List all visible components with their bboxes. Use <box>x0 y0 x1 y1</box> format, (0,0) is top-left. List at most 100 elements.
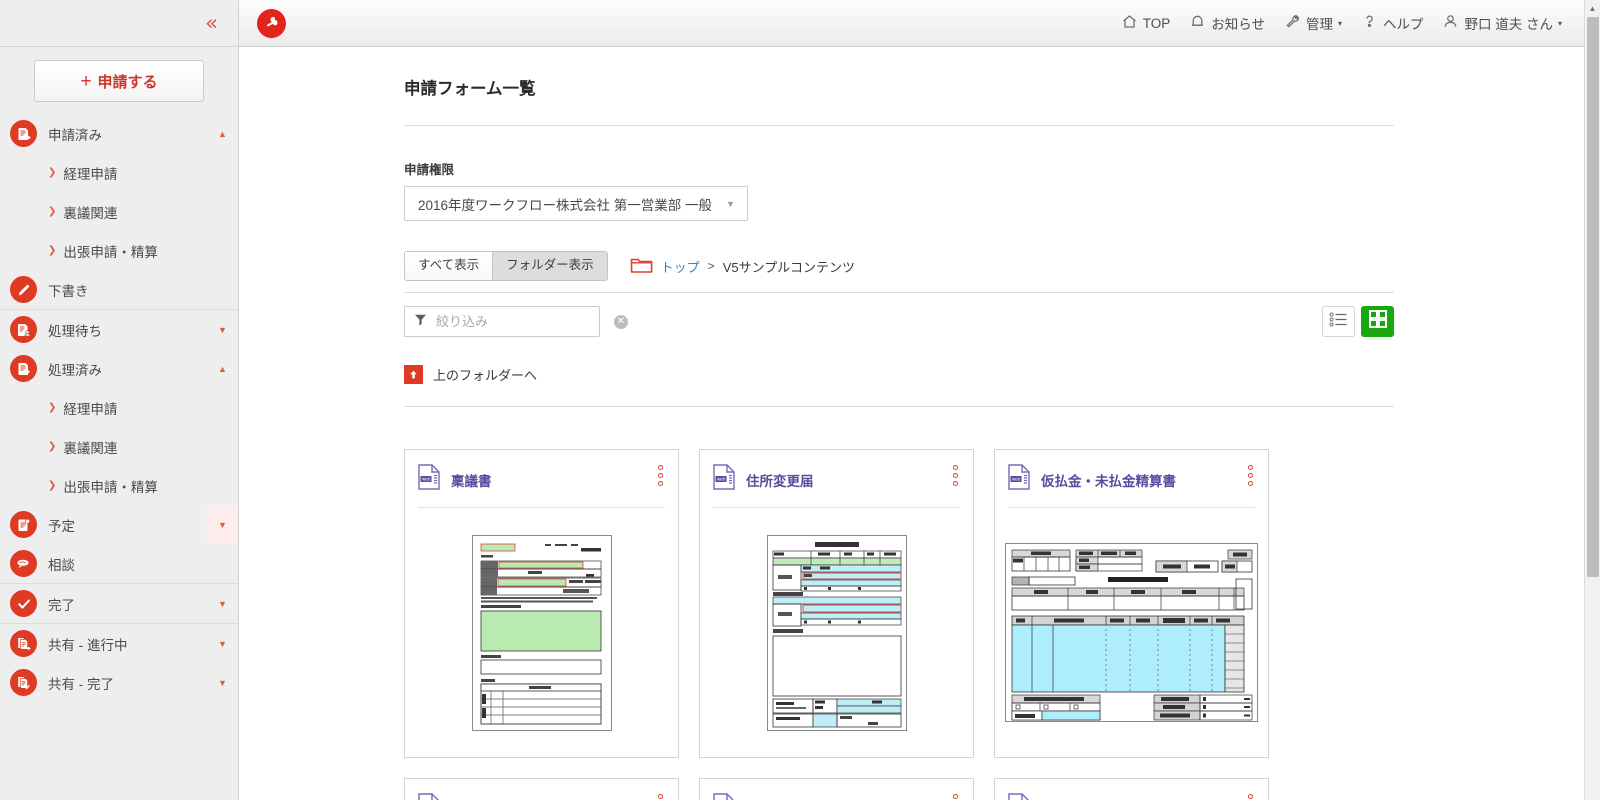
kebab-menu-icon[interactable] <box>1248 794 1253 800</box>
card-header: web 稟議書 <box>418 464 665 507</box>
sidebar-item-label: 完了 <box>48 597 75 613</box>
card-title[interactable]: 稟議書 <box>451 470 492 490</box>
sidebar-item-draft[interactable]: 下書き <box>0 270 238 309</box>
sidebar-subitem-ringi-applied[interactable]: ❯ 裏議関連 <box>0 192 238 231</box>
filter-input-wrapper[interactable]: ✕ <box>404 306 628 337</box>
sidebar-subitem-ringi-processed[interactable]: ❯ 裏議関連 <box>0 427 238 466</box>
sidebar-item-applied[interactable]: 申請済み ▲ <box>0 114 238 153</box>
home-icon <box>1121 13 1138 33</box>
topnav-item-notifications[interactable]: お知らせ <box>1189 13 1265 33</box>
vertical-scrollbar[interactable]: ▲ <box>1584 0 1600 800</box>
question-icon <box>1361 13 1378 33</box>
search-input[interactable] <box>434 313 614 330</box>
sidebar-item-label: 申請済み <box>48 127 102 143</box>
card-header: web 仮払金・未払金精算書 <box>1008 464 1255 507</box>
topnav-item-user[interactable]: 野口 道夫 さん ▾ <box>1442 13 1562 33</box>
view-toggles <box>1322 306 1394 337</box>
tabs-row: すべて表示 フォルダー表示 トップ > V5サンプルコンテンツ <box>404 251 1394 281</box>
sidebar: « + 申請する 申請済み ▲ ❯ 経理申請 ❯ 裏議関連 ❯ 出張申請・精算 … <box>0 0 239 800</box>
sidebar-group-4: 共有 - 進行中 ▼ 共有 - 完了 ▼ <box>0 623 238 702</box>
svg-text:web: web <box>422 477 431 482</box>
card-thumbnail-area <box>713 507 960 757</box>
chevron-down-icon[interactable]: ▼ <box>207 584 238 623</box>
form-card[interactable] <box>994 778 1269 800</box>
chevron-down-icon: ▾ <box>1557 18 1562 28</box>
breadcrumb: トップ > V5サンプルコンテンツ <box>630 255 855 277</box>
sidebar-item-consult[interactable]: 相談 <box>0 544 238 583</box>
card-title[interactable]: 住所変更届 <box>746 470 814 490</box>
up-folder-label[interactable]: 上のフォルダーへ <box>433 365 537 384</box>
permission-select-value: 2016年度ワークフロー株式会社 第一営業部 一般 <box>418 197 713 213</box>
tab-show-all[interactable]: すべて表示 <box>405 252 493 280</box>
scrollbar-thumb[interactable] <box>1587 17 1599 577</box>
list-view-toggle[interactable] <box>1322 306 1355 337</box>
scroll-up-arrow-icon[interactable]: ▲ <box>1585 0 1600 16</box>
top-navigation: TOP お知らせ 管理 ▾ ヘルプ 野口 道夫 さん ▾ <box>1121 13 1584 33</box>
tab-folder-view[interactable]: フォルダー表示 <box>492 252 607 280</box>
stamp-logo-icon[interactable] <box>257 8 286 38</box>
kebab-menu-icon[interactable] <box>658 794 663 800</box>
kebab-menu-icon[interactable] <box>953 465 958 486</box>
chevron-up-icon[interactable]: ▲ <box>207 114 238 153</box>
chevron-down-icon[interactable]: ▼ <box>207 505 238 544</box>
grid-view-toggle[interactable] <box>1361 306 1394 337</box>
funnel-icon <box>414 313 427 331</box>
form-card[interactable]: web 住所変更届 <box>699 449 974 758</box>
form-card[interactable] <box>699 778 974 800</box>
svg-text:web: web <box>717 477 726 482</box>
sidebar-item-label: 共有 - 進行中 <box>48 637 128 653</box>
card-title[interactable]: 仮払金・未払金精算書 <box>1041 470 1176 490</box>
sidebar-subitem-accounting-applied[interactable]: ❯ 経理申請 <box>0 153 238 192</box>
sidebar-group-1: 申請済み ▲ ❯ 経理申請 ❯ 裏議関連 ❯ 出張申請・精算 下書き <box>0 114 238 309</box>
sidebar-subitem-travel-processed[interactable]: ❯ 出張申請・精算 <box>0 466 238 505</box>
sidebar-item-shared-inprogress[interactable]: 共有 - 進行中 ▼ <box>0 624 238 663</box>
sidebar-item-label: 共有 - 完了 <box>48 676 114 692</box>
form-thumbnail <box>471 534 612 731</box>
sidebar-item-processed[interactable]: 処理済み ▲ <box>0 349 238 388</box>
sidebar-item-pending[interactable]: 処理待ち ▼ <box>0 310 238 349</box>
permission-select[interactable]: 2016年度ワークフロー株式会社 第一営業部 一般 ▼ <box>404 186 748 221</box>
topnav-item-admin[interactable]: 管理 ▾ <box>1284 13 1342 33</box>
apply-button-label: 申請する <box>97 73 158 91</box>
sidebar-subitem-travel-applied[interactable]: ❯ 出張申請・精算 <box>0 231 238 270</box>
web-document-icon <box>418 793 440 800</box>
form-thumbnail <box>1005 543 1258 722</box>
content-area: 申請フォーム一覧 申請権限 2016年度ワークフロー株式会社 第一営業部 一般 … <box>239 47 1600 800</box>
card-header <box>418 793 665 800</box>
top-bar: TOP お知らせ 管理 ▾ ヘルプ 野口 道夫 さん ▾ <box>239 0 1600 47</box>
chevron-down-icon[interactable]: ▼ <box>207 310 238 349</box>
sidebar-collapse-button[interactable]: « <box>205 12 218 34</box>
sidebar-item-completed[interactable]: 完了 ▼ <box>0 584 238 623</box>
wrench-icon <box>1284 13 1301 33</box>
form-card[interactable]: web 仮払金・未払金精算書 <box>994 449 1269 758</box>
permission-label: 申請権限 <box>404 163 455 177</box>
apply-button[interactable]: + 申請する <box>34 60 204 102</box>
plus-icon: + <box>80 70 92 92</box>
chevron-down-icon: ▼ <box>726 198 735 209</box>
document-check-icon <box>10 355 37 382</box>
breadcrumb-separator: > <box>707 259 715 273</box>
form-card[interactable] <box>404 778 679 800</box>
kebab-menu-icon[interactable] <box>1248 465 1253 486</box>
chevron-down-icon[interactable]: ▼ <box>207 624 238 663</box>
folder-icon <box>630 255 653 277</box>
kebab-menu-icon[interactable] <box>953 794 958 800</box>
clear-icon[interactable]: ✕ <box>614 314 628 329</box>
card-header <box>713 793 960 800</box>
sidebar-item-schedule[interactable]: 予定 ▼ <box>0 505 238 544</box>
topnav-item-help[interactable]: ヘルプ <box>1361 13 1423 33</box>
web-document-icon <box>1008 793 1030 800</box>
kebab-menu-icon[interactable] <box>658 465 663 486</box>
breadcrumb-root-link[interactable]: トップ <box>661 257 700 276</box>
sidebar-item-label: 相談 <box>48 557 75 573</box>
up-folder-row[interactable]: 上のフォルダーへ <box>404 365 1394 407</box>
chevron-down-icon[interactable]: ▼ <box>207 663 238 702</box>
up-arrow-icon[interactable] <box>404 365 423 384</box>
sidebar-item-shared-completed[interactable]: 共有 - 完了 ▼ <box>0 663 238 702</box>
svg-text:web: web <box>1012 477 1021 482</box>
form-card-grid: web 稟議書 web 住所変更届 web 仮払金・未払金精算書 <box>404 449 1394 800</box>
sidebar-subitem-accounting-processed[interactable]: ❯ 経理申請 <box>0 388 238 427</box>
chevron-up-icon[interactable]: ▲ <box>207 349 238 388</box>
form-card[interactable]: web 稟議書 <box>404 449 679 758</box>
topnav-item-top[interactable]: TOP <box>1121 13 1170 33</box>
